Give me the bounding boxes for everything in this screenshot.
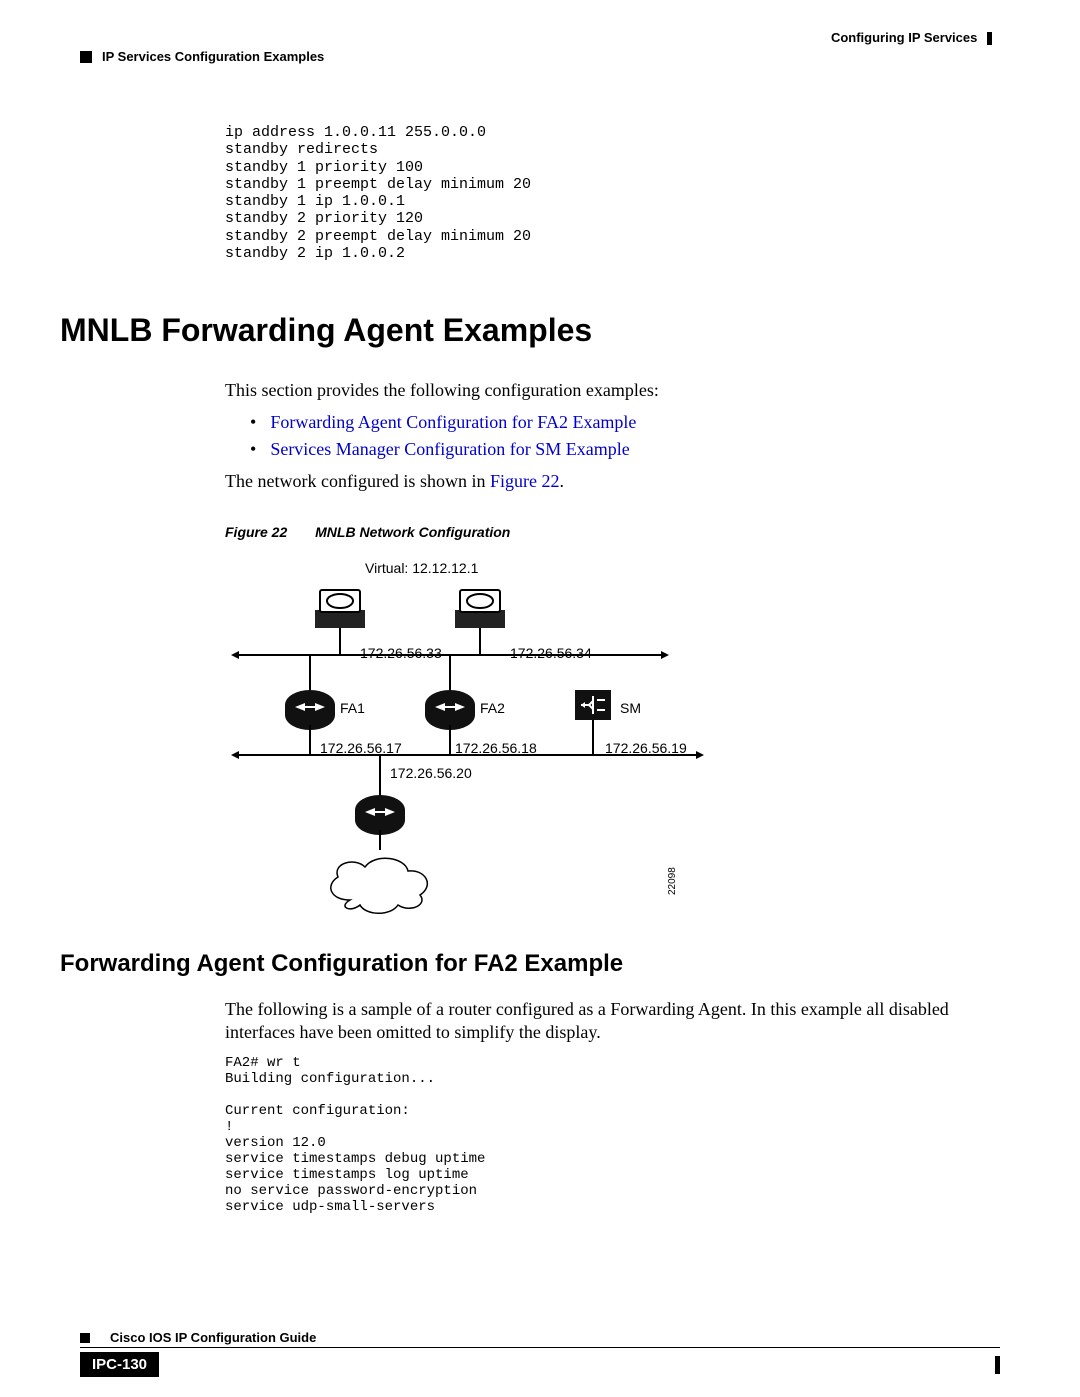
header-bar-icon <box>987 32 992 45</box>
network-text-pre: The network configured is shown in <box>225 471 490 491</box>
header-section: IP Services Configuration Examples <box>80 49 1000 64</box>
network-text-post: . <box>559 471 564 491</box>
figure-link[interactable]: Figure 22 <box>490 471 560 491</box>
figure-title: MNLB Network Configuration <box>315 524 510 540</box>
page-footer: Cisco IOS IP Configuration Guide IPC-130 <box>80 1330 1000 1377</box>
page-number: IPC-130 <box>80 1352 159 1377</box>
diagram-id: 22098 <box>667 867 678 895</box>
section-title: IP Services Configuration Examples <box>102 49 324 64</box>
header-chapter: Configuring IP Services <box>80 30 1000 45</box>
ip-mid-2: 172.26.56.18 <box>455 740 537 756</box>
footer-guide-title: Cisco IOS IP Configuration Guide <box>110 1330 316 1345</box>
bullet-icon: • <box>250 412 256 433</box>
mnlb-heading: MNLB Forwarding Agent Examples <box>60 312 1000 349</box>
square-icon <box>80 1333 90 1343</box>
sm-label: SM <box>620 700 641 716</box>
square-icon <box>80 51 92 63</box>
fa2-heading: Forwarding Agent Configuration for FA2 E… <box>60 950 1000 978</box>
network-text: The network configured is shown in Figur… <box>225 470 1000 493</box>
figure-caption: Figure 22 MNLB Network Configuration <box>225 524 1000 540</box>
bullet-item-2: • Services Manager Configuration for SM … <box>250 439 1000 460</box>
link-sm[interactable]: Services Manager Configuration for SM Ex… <box>270 439 629 460</box>
footer-divider <box>80 1347 1000 1348</box>
ip-top-right: 172.26.56.34 <box>510 645 592 661</box>
link-fa2[interactable]: Forwarding Agent Configuration for FA2 E… <box>270 412 636 433</box>
code-block-standby: ip address 1.0.0.11 255.0.0.0 standby re… <box>225 124 1000 262</box>
chapter-title: Configuring IP Services <box>831 30 977 45</box>
virtual-label: Virtual: 12.12.12.1 <box>365 560 478 576</box>
network-diagram: 22098 Virtual: 12.12.12.1 172.26.56.33 1… <box>225 560 745 930</box>
figure-label: Figure 22 <box>225 524 287 540</box>
bullet-list: • Forwarding Agent Configuration for FA2… <box>250 412 1000 460</box>
intro-text: This section provides the following conf… <box>225 379 1000 402</box>
ip-mid-3: 172.26.56.19 <box>605 740 687 756</box>
bullet-icon: • <box>250 439 256 460</box>
ip-top-left: 172.26.56.33 <box>360 645 442 661</box>
fa2-text: The following is a sample of a router co… <box>225 998 1000 1045</box>
ip-below: 172.26.56.20 <box>390 765 472 781</box>
fa2-label: FA2 <box>480 700 505 716</box>
ip-mid-1: 172.26.56.17 <box>320 740 402 756</box>
code-block-fa2: FA2# wr t Building configuration... Curr… <box>225 1055 1000 1216</box>
footer-bar-icon <box>995 1356 1000 1374</box>
bullet-item-1: • Forwarding Agent Configuration for FA2… <box>250 412 1000 433</box>
fa1-label: FA1 <box>340 700 365 716</box>
